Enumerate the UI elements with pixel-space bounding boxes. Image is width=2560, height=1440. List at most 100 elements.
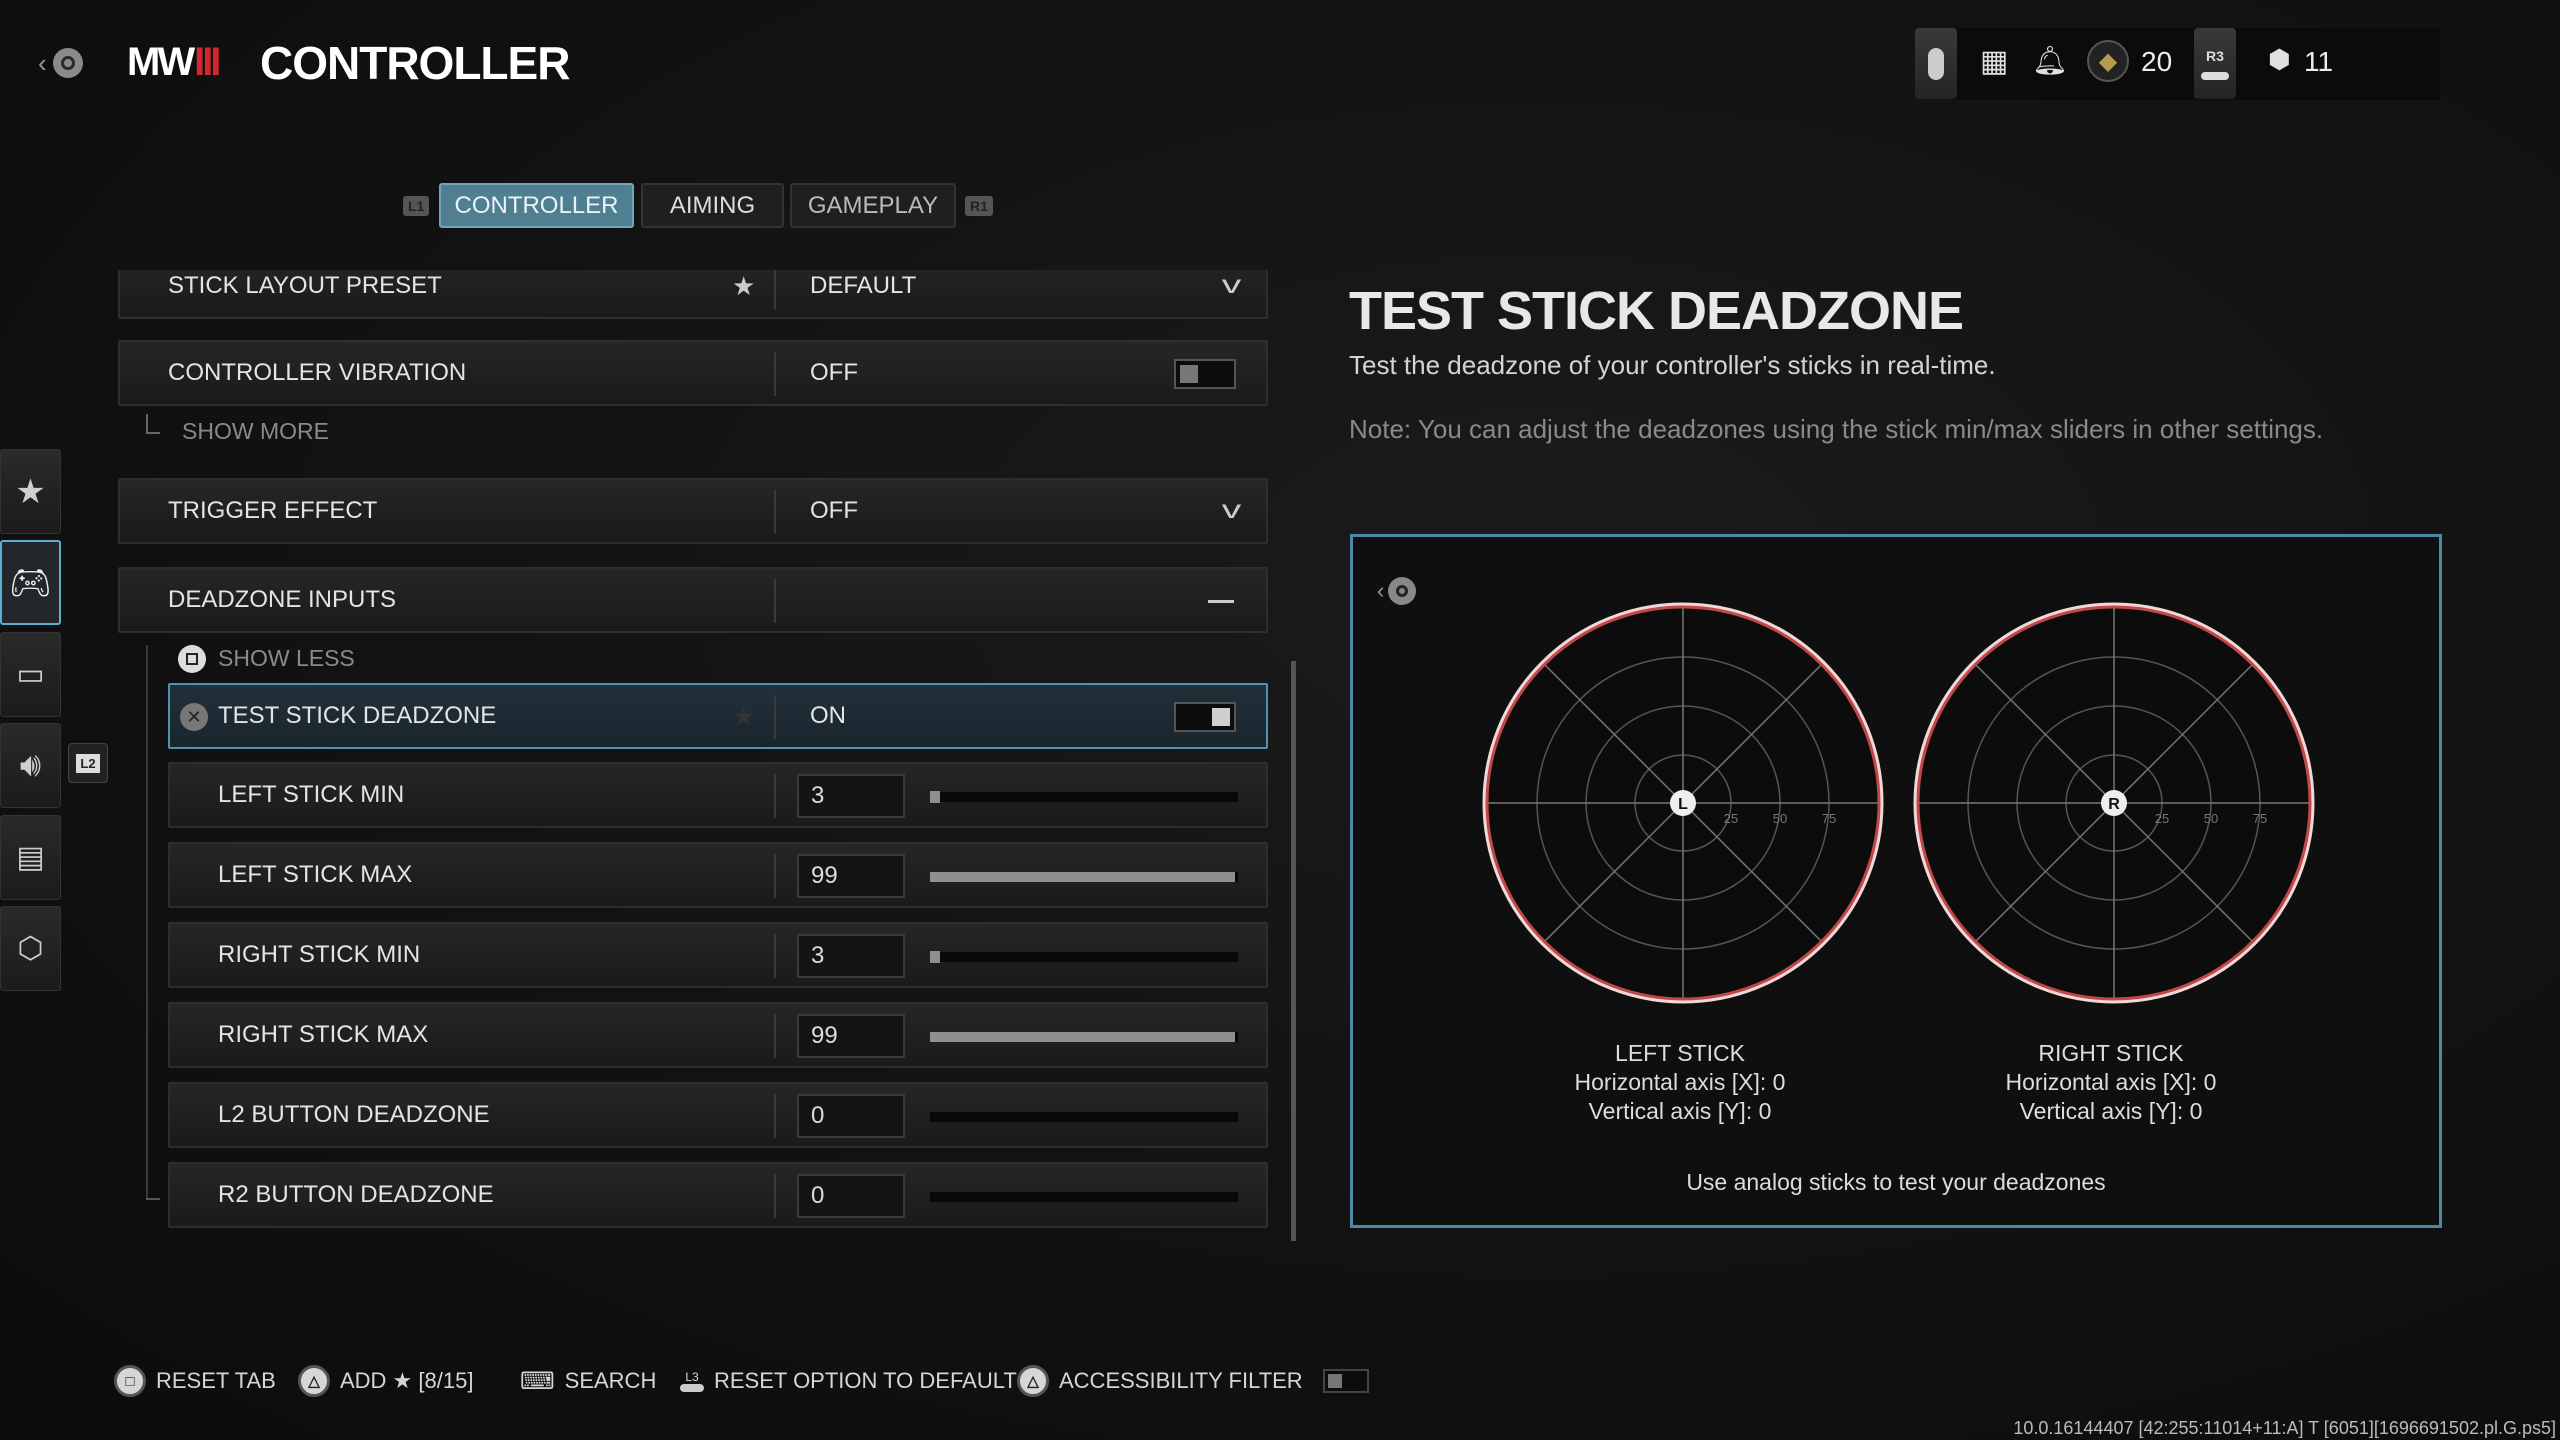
ring-label: 75	[1822, 811, 1836, 826]
divider	[774, 1174, 776, 1218]
slider-track[interactable]	[930, 792, 1238, 802]
setting-label: RIGHT STICK MIN	[218, 924, 420, 986]
test-hint: Use analog sticks to test your deadzones	[1353, 1169, 2439, 1196]
divider	[774, 1014, 776, 1058]
logo-text: MW	[127, 40, 192, 85]
left-horizontal-axis: Horizontal axis [X]: 0	[1480, 1068, 1880, 1097]
cross-button-icon: ✕	[180, 703, 208, 731]
setting-trigger-effect[interactable]: TRIGGER EFFECT OFF v	[118, 478, 1268, 544]
slider-handle[interactable]	[930, 951, 940, 963]
slider-track[interactable]	[930, 952, 1238, 962]
sidebar-item-network[interactable]: ⬡	[0, 906, 61, 991]
r3-button[interactable]: R3	[2194, 28, 2236, 99]
panel-title: TEST STICK DEADZONE	[1349, 280, 1963, 342]
setting-slider-row[interactable]: R2 BUTTON DEADZONE 0	[168, 1162, 1268, 1228]
divider	[774, 352, 776, 396]
divider	[774, 695, 776, 739]
network-icon: ⬡	[17, 931, 43, 966]
value-input[interactable]: 0	[797, 1174, 905, 1218]
show-more-link[interactable]: SHOW MORE	[182, 418, 329, 445]
sidebar-item-favorites[interactable]: ★	[0, 449, 61, 534]
search-button[interactable]: ⌨SEARCH	[520, 1364, 656, 1398]
setting-value: OFF	[810, 480, 858, 542]
tree-line	[146, 645, 148, 1200]
l3-icon: L3	[680, 1370, 704, 1392]
setting-slider-row[interactable]: RIGHT STICK MAX 99	[168, 1002, 1268, 1068]
value-input[interactable]: 3	[797, 774, 905, 818]
sidebar-item-interface[interactable]: ▤	[0, 815, 61, 900]
left-stick-label: LEFT STICK	[1480, 1039, 1880, 1068]
menu-button[interactable]	[1915, 28, 1957, 99]
scrollbar[interactable]	[1291, 661, 1296, 1241]
slider-track[interactable]	[930, 1032, 1238, 1042]
sidebar-item-audio[interactable]: 🔊︎	[0, 723, 61, 808]
sidebar-item-controller[interactable]: 🎮︎	[0, 540, 61, 625]
reset-tab-label: RESET TAB	[156, 1368, 276, 1394]
layout-icon: ▤	[16, 840, 44, 875]
star-icon[interactable]: ★	[732, 701, 755, 732]
grid-icon[interactable]: ▦	[1980, 44, 2008, 79]
setting-label: STICK LAYOUT PRESET	[168, 270, 442, 317]
setting-label: LEFT STICK MIN	[218, 764, 404, 826]
tree-connector	[146, 414, 160, 434]
vibration-toggle[interactable]	[1174, 359, 1236, 389]
divider	[774, 490, 776, 534]
accessibility-filter-button[interactable]: △ACCESSIBILITY FILTER	[1017, 1364, 1369, 1398]
sidebar-item-graphics[interactable]: ▭	[0, 632, 61, 717]
r1-badge: R1	[965, 196, 993, 216]
party-icon[interactable]: ⬢	[2268, 44, 2291, 75]
right-stick-label: RIGHT STICK	[1911, 1039, 2311, 1068]
tab-controller[interactable]: CONTROLLER	[439, 183, 634, 228]
l1-badge: L1	[403, 196, 429, 216]
star-icon: ★	[732, 271, 755, 302]
value-input[interactable]: 0	[797, 1094, 905, 1138]
slider-track[interactable]	[930, 1112, 1238, 1122]
setting-deadzone-inputs[interactable]: DEADZONE INPUTS	[118, 567, 1268, 633]
right-stick-readout: RIGHT STICK Horizontal axis [X]: 0 Verti…	[1911, 1039, 2311, 1126]
circle-button-icon	[53, 48, 83, 78]
panel-description: Test the deadzone of your controller's s…	[1349, 350, 1996, 381]
stick-letter: L	[1678, 796, 1688, 813]
slider-fill	[930, 1032, 1235, 1042]
setting-test-stick-deadzone[interactable]: ✕ TEST STICK DEADZONE ★ ON	[168, 683, 1268, 749]
right-vertical-axis: Vertical axis [Y]: 0	[1911, 1097, 2311, 1126]
collapse-icon[interactable]	[1208, 600, 1234, 603]
add-favorite-button[interactable]: △ADD ★ [8/15]	[298, 1364, 473, 1398]
setting-stick-layout-preset[interactable]: STICK LAYOUT PRESET ★ DEFAULT v	[118, 270, 1268, 319]
accessibility-toggle[interactable]	[1323, 1369, 1369, 1393]
reset-tab-button[interactable]: □RESET TAB	[114, 1364, 276, 1398]
chevron-down-icon: v	[1222, 270, 1242, 300]
setting-label: R2 BUTTON DEADZONE	[218, 1164, 494, 1226]
setting-slider-row[interactable]: RIGHT STICK MIN 3	[168, 922, 1268, 988]
chevron-left-icon: ‹	[38, 48, 47, 79]
value-input[interactable]: 99	[797, 854, 905, 898]
slider-handle[interactable]	[930, 791, 940, 803]
setting-controller-vibration[interactable]: CONTROLLER VIBRATION OFF	[118, 340, 1268, 406]
value-input[interactable]: 99	[797, 1014, 905, 1058]
tab-aiming[interactable]: AIMING	[641, 183, 784, 228]
setting-slider-row[interactable]: LEFT STICK MIN 3	[168, 762, 1268, 828]
game-logo: MWIII	[127, 44, 218, 80]
back-button[interactable]: ‹	[38, 44, 88, 82]
rank-icon: ◆	[2087, 40, 2129, 82]
slider-track[interactable]	[930, 872, 1238, 882]
slider-track[interactable]	[930, 1192, 1238, 1202]
setting-slider-row[interactable]: L2 BUTTON DEADZONE 0	[168, 1082, 1268, 1148]
gamepad-icon: 🎮︎	[9, 563, 52, 603]
stick-letter: R	[2108, 796, 2120, 813]
reset-option-button[interactable]: L3RESET OPTION TO DEFAULT	[680, 1364, 1017, 1398]
bell-icon[interactable]: 🔔︎	[2032, 44, 2068, 77]
show-less-link[interactable]: SHOW LESS	[218, 645, 355, 672]
speaker-icon: 🔊︎	[20, 746, 41, 785]
setting-label: DEADZONE INPUTS	[168, 569, 396, 631]
search-label: SEARCH	[565, 1368, 657, 1394]
divider	[774, 854, 776, 898]
setting-slider-row[interactable]: LEFT STICK MAX 99	[168, 842, 1268, 908]
test-stick-toggle[interactable]	[1174, 702, 1236, 732]
accessibility-label: ACCESSIBILITY FILTER	[1059, 1368, 1303, 1394]
tab-gameplay[interactable]: GAMEPLAY	[790, 183, 956, 228]
value-input[interactable]: 3	[797, 934, 905, 978]
add-favorite-label: ADD ★ [8/15]	[340, 1368, 473, 1394]
star-icon: ★	[15, 472, 45, 512]
party-count: 11	[2304, 46, 2333, 78]
